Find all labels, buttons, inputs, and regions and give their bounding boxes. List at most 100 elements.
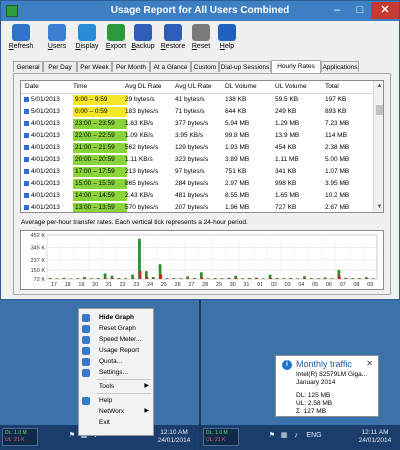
close-button[interactable]: ✕ <box>371 2 399 19</box>
upload-bar <box>234 278 238 279</box>
table-row[interactable]: 5/01/2013 9:00 – 9:59 29 bytes/s 41 bytes/s… <box>21 94 373 106</box>
tab-at-a-glance[interactable]: At a Glance <box>150 61 191 72</box>
vertical-scrollbar[interactable]: ▲ ▼ <box>373 81 383 212</box>
clock-date: 24/01/2014 <box>358 437 392 444</box>
taskbar-clock-left[interactable]: 12:10 AM 24/01/2014 <box>153 429 195 445</box>
menu-item-hide-graph[interactable]: Hide Graph <box>79 312 153 323</box>
menu-item-speed-meter[interactable]: Speed Meter... <box>79 334 153 345</box>
y-tick-label: 345 K <box>31 245 46 251</box>
column-header-total[interactable]: Total <box>325 83 339 90</box>
toolbar-export-button[interactable]: Export <box>102 24 130 50</box>
cell-dl-rate: 213 bytes/s <box>125 168 159 175</box>
tab-custom[interactable]: Custom <box>191 61 219 72</box>
menu-item-quota[interactable]: Quota... <box>79 356 153 367</box>
table-row[interactable]: 4/01/2013 17:00 – 17:59 213 bytes/s 97 byte… <box>21 166 373 178</box>
row-marker-icon <box>24 109 29 114</box>
tray-traffic-graph-left[interactable]: DL: 1.0 M UL: 21 K <box>2 428 38 446</box>
cell-dl-vol: 2.97 MB <box>225 180 250 187</box>
language-indicator[interactable]: ENG <box>306 432 322 440</box>
period-label: January 2014 <box>296 379 336 386</box>
x-tick-label: 20 <box>92 282 98 288</box>
table-row[interactable]: 4/01/2013 21:00 – 21:59 562 bytes/s 129 byt… <box>21 142 373 154</box>
notification-close-icon[interactable]: ✕ <box>366 359 373 368</box>
cell-ul-rate: 284 bytes/s <box>175 180 209 187</box>
x-tick-label: 26 <box>175 282 181 288</box>
table-row[interactable]: 4/01/2013 22:00 – 22:59 1.09 KB/s 3.95 KB/s… <box>21 130 373 142</box>
x-tick-label: 01 <box>257 282 263 288</box>
row-marker-icon <box>24 193 29 198</box>
network-icon[interactable]: ▦ <box>280 432 288 440</box>
flag-icon[interactable]: ⚑ <box>268 432 276 440</box>
menu-item-tools[interactable]: Tools ▶ <box>79 381 153 392</box>
table-row[interactable]: 4/01/2013 15:00 – 15:59 865 bytes/s 284 byt… <box>21 178 373 190</box>
x-tick-label: 18 <box>65 282 71 288</box>
toolbar-refresh-button[interactable]: Refresh <box>7 24 35 50</box>
toolbar-label: Export <box>105 43 127 50</box>
tab-applications[interactable]: Applications <box>321 61 359 72</box>
toolbar-reset-button[interactable]: Reset <box>187 24 215 50</box>
toolbar-display-button[interactable]: Display <box>73 24 101 50</box>
scroll-thumb[interactable] <box>376 105 383 115</box>
menu-item-label: Hide Graph <box>99 314 135 321</box>
tab-hourly-rates[interactable]: Hourly Rates <box>271 60 321 73</box>
maximize-button[interactable]: □ <box>349 2 371 19</box>
menu-item-exit[interactable]: Exit <box>79 417 153 428</box>
clock-time: 12:10 AM <box>160 429 188 436</box>
scroll-up-icon[interactable]: ▲ <box>374 81 383 91</box>
column-header-avg-dl-rate[interactable]: Avg DL Rate <box>125 83 162 90</box>
tab-general[interactable]: General <box>13 61 43 72</box>
row-marker-icon <box>24 181 29 186</box>
toolbar-restore-button[interactable]: Restore <box>159 24 187 50</box>
x-tick-label: 22 <box>120 282 126 288</box>
title-bar[interactable]: Usage Report for All Users Combined – □ … <box>1 1 399 21</box>
menu-separator <box>97 379 151 380</box>
toolbar-users-button[interactable]: Users <box>43 24 71 50</box>
menu-item-networx[interactable]: NetWorx ▶ <box>79 406 153 417</box>
cell-dl-rate: 562 bytes/s <box>125 144 159 151</box>
y-tick-label: 237 K <box>31 258 46 264</box>
menu-item-reset-graph[interactable]: Reset Graph <box>79 323 153 334</box>
menu-item-settings[interactable]: Settings... <box>79 367 153 378</box>
cell-date: 4/01/2013 <box>31 180 60 187</box>
tab-dial-up-sessions[interactable]: Dial-up Sessions <box>219 61 271 72</box>
usage-report-icon <box>82 347 90 355</box>
hourly-rates-list[interactable]: Date Time Avg DL Rate Avg UL Rate DL Volume U… <box>20 80 384 213</box>
cell-date: 4/01/2013 <box>31 120 60 127</box>
table-row[interactable]: 4/01/2013 14:00 – 14:59 2.43 KB/s 481 bytes… <box>21 190 373 202</box>
cell-total: 2.67 MB <box>325 204 350 211</box>
x-tick-label: 06 <box>326 282 332 288</box>
menu-item-help[interactable]: Help <box>79 395 153 406</box>
y-tick-label: 452 K <box>31 233 46 239</box>
tab-per-day[interactable]: Per Day <box>43 61 77 72</box>
tab-per-week[interactable]: Per Week <box>77 61 112 72</box>
menu-item-label: Quota... <box>99 358 123 365</box>
table-row[interactable]: 4/01/2013 20:00 – 20:59 1.11 KB/s 323 bytes… <box>21 154 373 166</box>
column-header-time[interactable]: Time <box>73 83 87 90</box>
column-header-avg-ul-rate[interactable]: Avg UL Rate <box>175 83 212 90</box>
tab-per-month[interactable]: Per Month <box>112 61 150 72</box>
menu-item-usage-report[interactable]: Usage Report <box>79 345 153 356</box>
taskbar-clock-right[interactable]: 12:11 AM 24/01/2014 <box>354 429 396 445</box>
toolbar-backup-button[interactable]: Backup <box>129 24 157 50</box>
tray-traffic-graph-right[interactable]: DL: 1.0 M UL: 21 K <box>203 428 239 446</box>
column-header-date[interactable]: Date <box>25 83 39 90</box>
x-tick-label: 24 <box>147 282 153 288</box>
monthly-traffic-notification[interactable]: i Monthly traffic ✕ Intel(R) 82579LM Gig… <box>275 355 379 417</box>
column-header-dl-volume[interactable]: DL Volume <box>225 83 257 90</box>
table-row[interactable]: 4/01/2013 13:00 – 13:59 570 bytes/s 207 byt… <box>21 202 373 212</box>
x-tick-label: 28 <box>202 282 208 288</box>
tray-context-menu: Hide Graph Reset Graph Speed Meter... Usage… <box>78 308 154 436</box>
scroll-down-icon[interactable]: ▼ <box>374 202 383 212</box>
menu-item-spacer <box>82 419 90 427</box>
x-tick-label: 03 <box>285 282 291 288</box>
table-row[interactable]: 5/01/2013 0:00 – 0:59 183 bytes/s 71 bytes/… <box>21 106 373 118</box>
toolbar-help-button[interactable]: Help <box>213 24 241 50</box>
minimize-button[interactable]: – <box>325 2 349 19</box>
table-row[interactable]: 4/01/2013 23:00 – 23:59 1.63 KB/s 377 bytes… <box>21 118 373 130</box>
upload-bar <box>186 278 190 279</box>
x-tick-label: 17 <box>51 282 57 288</box>
display-icon <box>78 24 96 41</box>
flag-icon[interactable]: ⚑ <box>68 432 76 440</box>
volume-icon[interactable]: ♪ <box>292 432 300 440</box>
column-header-ul-volume[interactable]: UL Volume <box>275 83 307 90</box>
